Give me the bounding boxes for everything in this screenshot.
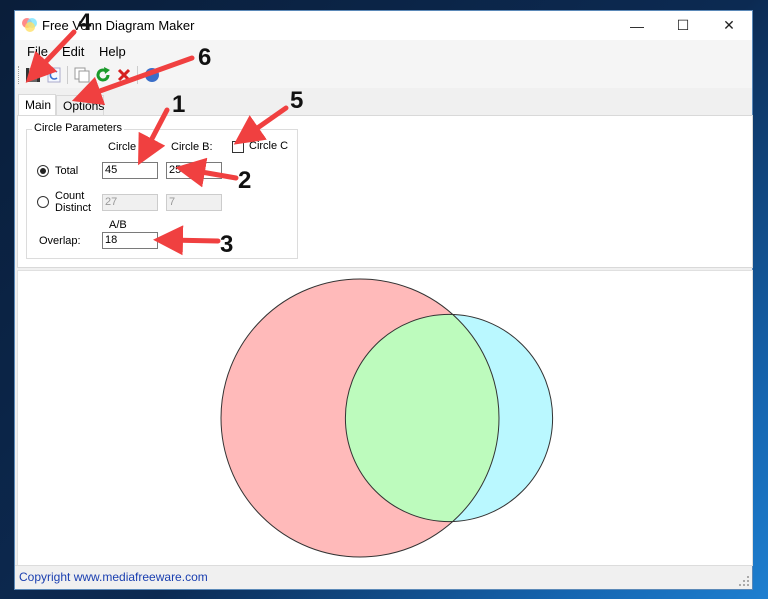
save-icon — [26, 68, 40, 82]
circle-c-checkbox[interactable] — [232, 141, 244, 153]
resize-grip-icon[interactable] — [739, 576, 749, 586]
copyright-link[interactable]: Copyright www.mediafreeware.com — [19, 570, 208, 584]
close-icon: ✕ — [723, 17, 735, 33]
maximize-icon: ☐ — [676, 17, 690, 33]
circle-a-total-input[interactable]: 45 — [102, 162, 158, 179]
circle-b-total-input[interactable]: 25 — [166, 162, 222, 179]
menu-edit[interactable]: Edit — [62, 44, 84, 59]
circle-b-distinct-input: 7 — [166, 194, 222, 211]
overlap-input[interactable]: 18 — [102, 232, 158, 249]
tab-options[interactable]: Options — [56, 95, 104, 115]
toolbar-separator — [67, 66, 68, 84]
app-window: Free Venn Diagram Maker — ☐ ✕ File Edit … — [14, 10, 753, 590]
delete-icon — [117, 68, 131, 82]
menu-help[interactable]: Help — [99, 44, 126, 59]
overlap-header: A/B — [109, 219, 127, 231]
group-title: Circle Parameters — [32, 122, 125, 134]
delete-button[interactable] — [114, 65, 134, 85]
status-bar: Copyright www.mediafreeware.com — [15, 565, 752, 589]
count-label: Count — [55, 190, 85, 202]
main-tab-panel: Circle Parameters Circle A: Circle B: Ci… — [17, 115, 753, 268]
total-label: Total — [55, 165, 79, 177]
app-logo-icon — [22, 17, 38, 33]
about-button[interactable] — [142, 65, 162, 85]
distinct-label: Distinct — [55, 202, 92, 214]
toolbar — [15, 62, 752, 88]
maximize-button[interactable]: ☐ — [660, 11, 706, 40]
toolbar-grip[interactable] — [18, 66, 21, 84]
copy-icon — [74, 67, 90, 83]
minimize-button[interactable]: — — [614, 11, 660, 40]
overlap-label: Overlap: — [39, 235, 81, 247]
window-title: Free Venn Diagram Maker — [42, 18, 195, 33]
tab-main[interactable]: Main — [18, 94, 56, 116]
refresh-icon — [96, 67, 110, 82]
diagram-canvas — [17, 270, 753, 566]
total-radio[interactable] — [37, 165, 49, 177]
circle-a-header: Circle A: — [108, 141, 149, 153]
toolbar-separator — [137, 66, 138, 84]
menu-bar: File Edit Help — [15, 40, 752, 62]
copy-button[interactable] — [72, 65, 92, 85]
count-distinct-radio[interactable] — [37, 196, 49, 208]
open-icon — [47, 67, 61, 83]
circle-a-distinct-input: 27 — [102, 194, 158, 211]
title-bar: Free Venn Diagram Maker — ☐ ✕ — [15, 11, 752, 40]
circle-parameters-group: Circle Parameters Circle A: Circle B: Ci… — [26, 122, 298, 259]
open-button[interactable] — [44, 65, 64, 85]
circle-c-label: Circle C — [249, 140, 289, 152]
venn-diagram — [220, 278, 554, 558]
refresh-button[interactable] — [93, 65, 113, 85]
close-button[interactable]: ✕ — [706, 11, 752, 40]
minimize-icon: — — [630, 17, 644, 34]
circle-b-header: Circle B: — [171, 141, 213, 153]
save-button[interactable] — [23, 65, 43, 85]
menu-file[interactable]: File — [27, 44, 48, 59]
info-icon — [145, 68, 159, 82]
